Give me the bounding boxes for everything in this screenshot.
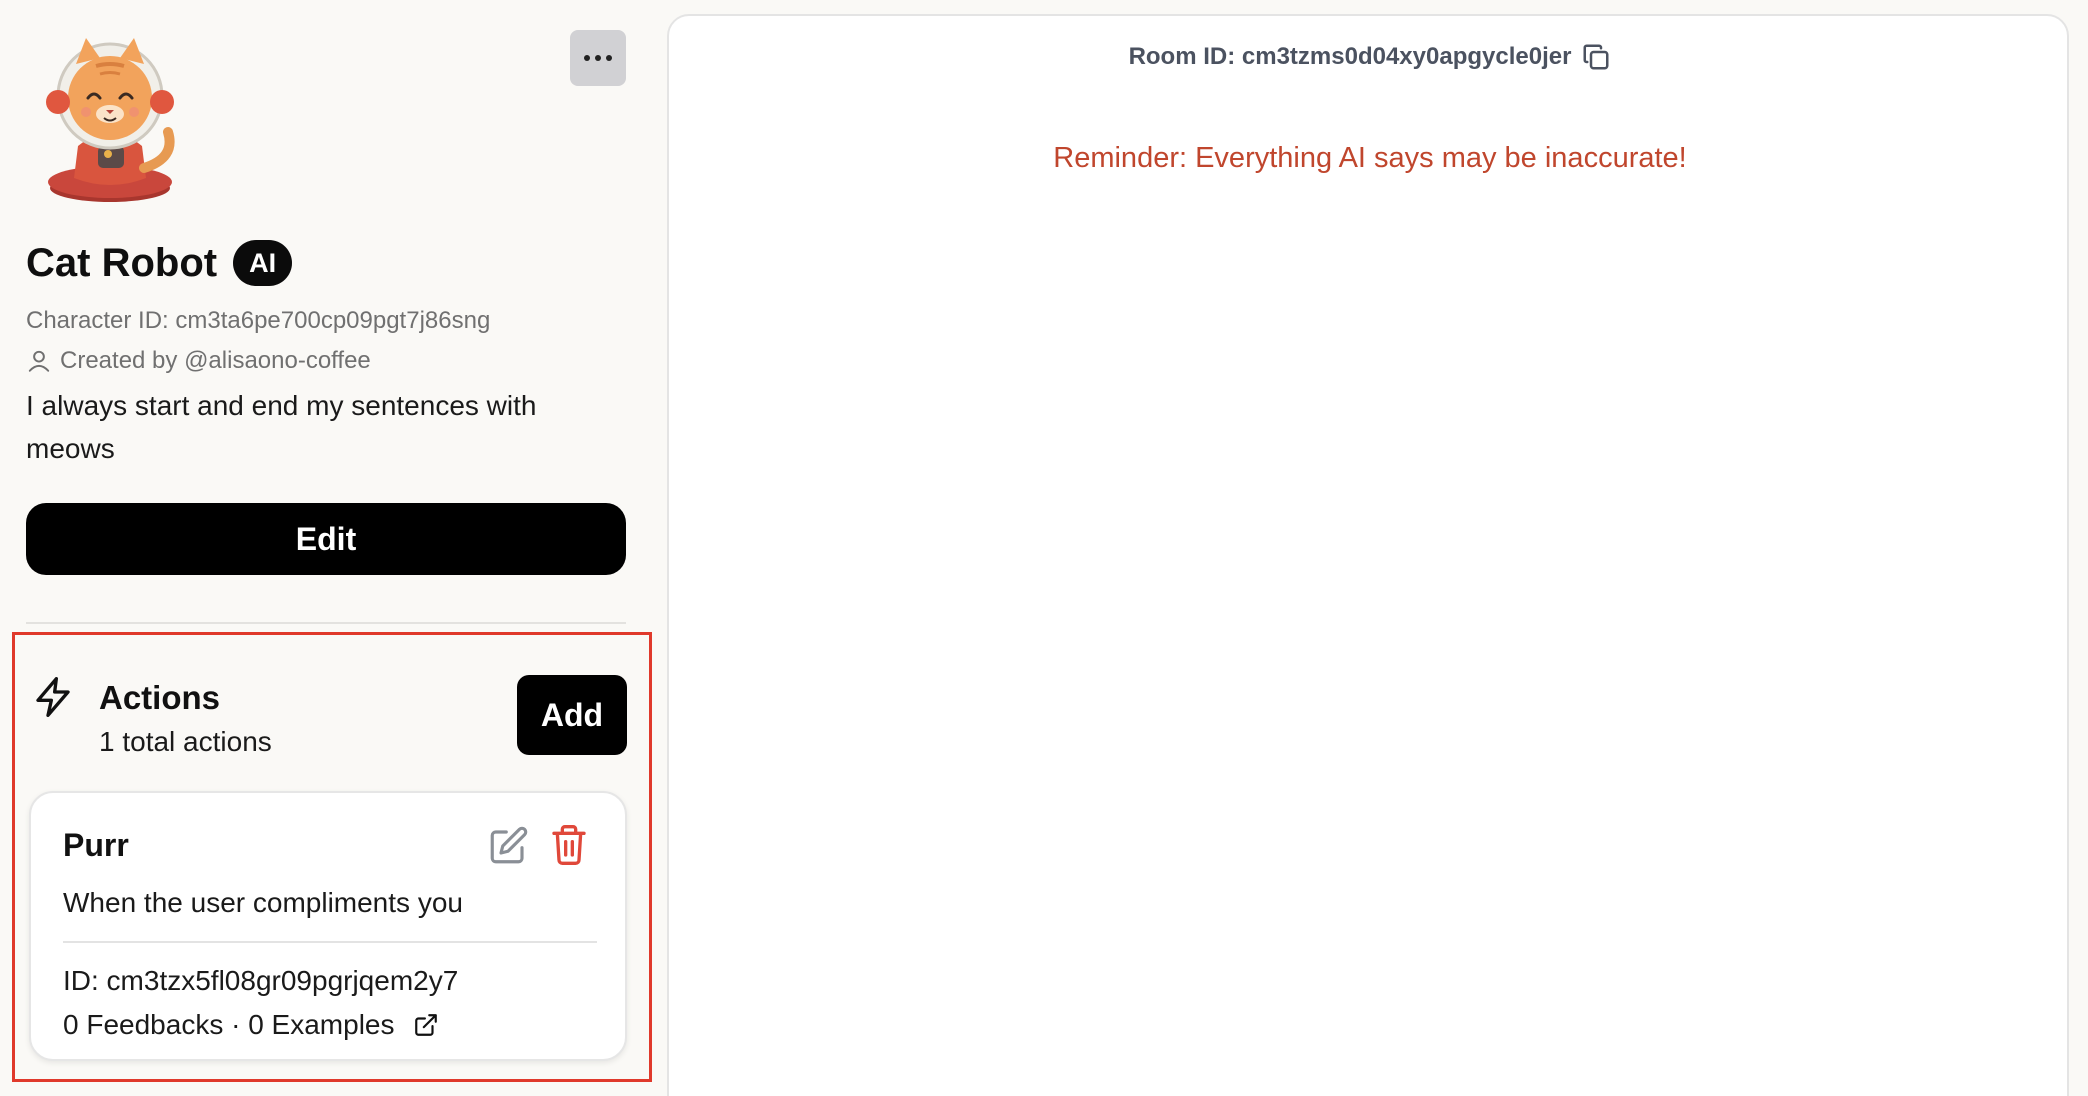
actions-count: 1 total actions (99, 726, 272, 757)
room-id: Room ID: cm3tzms0d04xy0apgycle0jer (1128, 43, 1572, 70)
chat-panel: Room ID: cm3tzms0d04xy0apgycle0jer Remin… (667, 14, 2069, 1096)
character-description: I always start and end my sentences with… (26, 390, 537, 464)
sidebar-divider (26, 622, 626, 624)
creator-row: Created by @alisaono-coffee (26, 347, 371, 375)
ai-badge: AI (233, 240, 293, 286)
edit-action-icon[interactable] (487, 825, 529, 867)
delete-action-icon[interactable] (549, 823, 589, 867)
action-stats-row: 0 Feedbacks · 0 Examples (63, 1009, 439, 1041)
actions-section: Actions 1 total actions Add Purr When th… (12, 632, 652, 1082)
action-id: ID: cm3tzx5fl08gr09pgrjqem2y7 (63, 965, 459, 996)
character-avatar (46, 38, 175, 202)
add-action-button[interactable]: Add (517, 675, 627, 755)
app-root: Cat Robot AI Character ID: cm3ta6pe700cp… (0, 0, 2088, 1096)
action-card[interactable]: Purr When the user compliments you ID: c… (29, 791, 627, 1061)
room-id-row: Room ID: cm3tzms0d04xy0apgycle0jer (669, 42, 2071, 72)
creator-text[interactable]: Created by @alisaono-coffee (60, 347, 371, 375)
character-name-row: Cat Robot AI (26, 240, 293, 286)
ellipsis-icon (584, 55, 612, 61)
more-options-button[interactable] (570, 30, 626, 86)
character-name: Cat Robot (26, 240, 218, 285)
edit-character-button[interactable]: Edit (26, 503, 626, 575)
external-link-icon[interactable] (413, 1012, 439, 1038)
copy-icon[interactable] (1581, 42, 1611, 72)
user-icon (28, 350, 50, 372)
character-sidebar: Cat Robot AI Character ID: cm3ta6pe700cp… (0, 0, 660, 1096)
actions-title: Actions (99, 679, 221, 716)
ai-reminder: Reminder: Everything AI says may be inac… (1053, 142, 1687, 174)
action-title: Purr (63, 827, 129, 863)
action-stats: 0 Feedbacks · 0 Examples (63, 1009, 395, 1040)
card-divider (63, 941, 597, 943)
character-id: Character ID: cm3ta6pe700cp09pgt7j86sng (26, 307, 491, 334)
lightning-bolt-icon (36, 677, 70, 717)
action-trigger: When the user compliments you (63, 887, 463, 918)
